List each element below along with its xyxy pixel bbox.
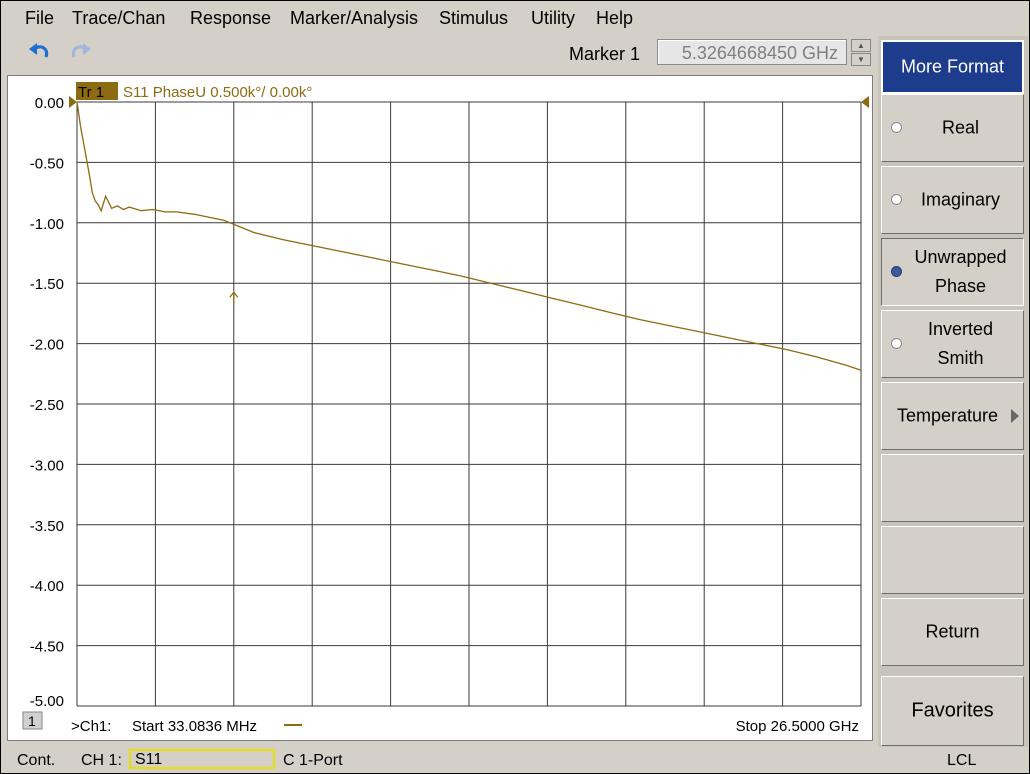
status-active-trace[interactable]: S11	[129, 749, 275, 769]
marker-spinner[interactable]: ▲ ▼	[851, 39, 871, 67]
redo-icon[interactable]	[67, 40, 93, 66]
trace-info: S11 PhaseU 0.500k°/ 0.00k°	[123, 84, 312, 101]
softkey-temperature[interactable]: Temperature	[881, 382, 1024, 450]
menu-bar: File Trace/Chan Response Marker/Analysis…	[1, 1, 1029, 35]
y-tick-label: -4.50	[30, 639, 64, 656]
radio-selected-icon	[891, 266, 902, 277]
reference-left-icon	[69, 96, 77, 108]
softkey-label: Inverted Smith	[927, 319, 994, 368]
y-tick-label: -2.50	[30, 397, 64, 414]
start-frequency: Start 33.0836 MHz	[132, 718, 257, 735]
spin-down-icon[interactable]: ▼	[851, 53, 871, 66]
menu-stimulus[interactable]: Stimulus	[439, 8, 508, 29]
y-tick-label: -5.00	[30, 693, 64, 710]
radio-icon	[891, 194, 902, 205]
softkey-inverted-smith[interactable]: Inverted Smith	[881, 310, 1024, 378]
softkey-imaginary[interactable]: Imaginary	[881, 166, 1024, 234]
marker-frequency-input[interactable]: 5.3264668450 GHz	[657, 39, 847, 65]
softkey-title-more-format: More Format	[881, 40, 1024, 94]
submenu-arrow-icon	[1011, 409, 1019, 423]
softkey-blank-1[interactable]	[881, 454, 1024, 522]
status-calibration: C 1-Port	[283, 752, 343, 769]
softkey-favorites[interactable]: Favorites	[881, 676, 1024, 746]
softkey-label: Unwrapped Phase	[914, 247, 1007, 296]
menu-help[interactable]: Help	[596, 8, 633, 29]
stop-frequency: Stop 26.5000 GHz	[736, 718, 859, 735]
softkey-return[interactable]: Return	[881, 598, 1024, 666]
softkey-label: Imaginary	[920, 189, 1001, 210]
toolbar: Marker 1 5.3264668450 GHz ▲ ▼	[1, 36, 875, 72]
softkey-label: Return	[925, 621, 980, 642]
phase-chart: 0.00 -0.50 -1.00 -1.50 -2.00 -2.50 -3.00 -3.50 -…	[22, 82, 869, 735]
spin-up-icon[interactable]: ▲	[851, 39, 871, 52]
y-tick-label: -4.00	[30, 578, 64, 595]
channel-label: >Ch1:	[71, 718, 111, 735]
softkey-panel: More Format Real Imaginary Unwrapped Phas…	[878, 36, 1028, 748]
radio-icon	[891, 122, 902, 133]
trace-tag: Tr 1	[78, 84, 104, 101]
y-tick-label: -0.50	[30, 155, 64, 172]
y-tick-label: -1.50	[30, 276, 64, 293]
menu-utility[interactable]: Utility	[531, 8, 575, 29]
softkey-real[interactable]: Real	[881, 94, 1024, 162]
radio-icon	[891, 338, 902, 349]
status-mode: Cont.	[17, 752, 56, 769]
menu-marker-analysis[interactable]: Marker/Analysis	[290, 8, 418, 29]
status-channel: CH 1:	[81, 752, 122, 769]
marker-label: Marker 1	[569, 44, 641, 64]
softkey-label: Real	[941, 117, 980, 138]
undo-icon[interactable]	[27, 40, 53, 66]
softkey-title-label: More Format	[900, 56, 1005, 77]
reference-right-icon	[861, 96, 869, 108]
menu-response[interactable]: Response	[190, 8, 271, 29]
y-tick-label: 0.00	[35, 95, 64, 112]
y-tick-label: -2.00	[30, 337, 64, 354]
softkey-label: Favorites	[911, 699, 994, 722]
menu-trace-chan[interactable]: Trace/Chan	[72, 8, 165, 29]
softkey-unwrapped-phase[interactable]: Unwrapped Phase	[881, 238, 1024, 306]
menu-file[interactable]: File	[25, 8, 54, 29]
y-tick-label: -3.50	[30, 518, 64, 535]
y-tick-label: -3.00	[30, 457, 64, 474]
status-bar: Cont. CH 1: S11 C 1-Port LCL	[1, 747, 1029, 773]
chart-panel: 0.00 -0.50 -1.00 -1.50 -2.00 -2.50 -3.00 -3.50 -…	[7, 75, 873, 741]
marker-1-icon	[229, 291, 239, 306]
y-tick-label: -1.00	[30, 216, 64, 233]
status-remote: LCL	[947, 752, 977, 769]
softkey-label: Temperature	[896, 405, 999, 426]
softkey-blank-2[interactable]	[881, 526, 1024, 594]
channel-number: 1	[28, 713, 36, 729]
